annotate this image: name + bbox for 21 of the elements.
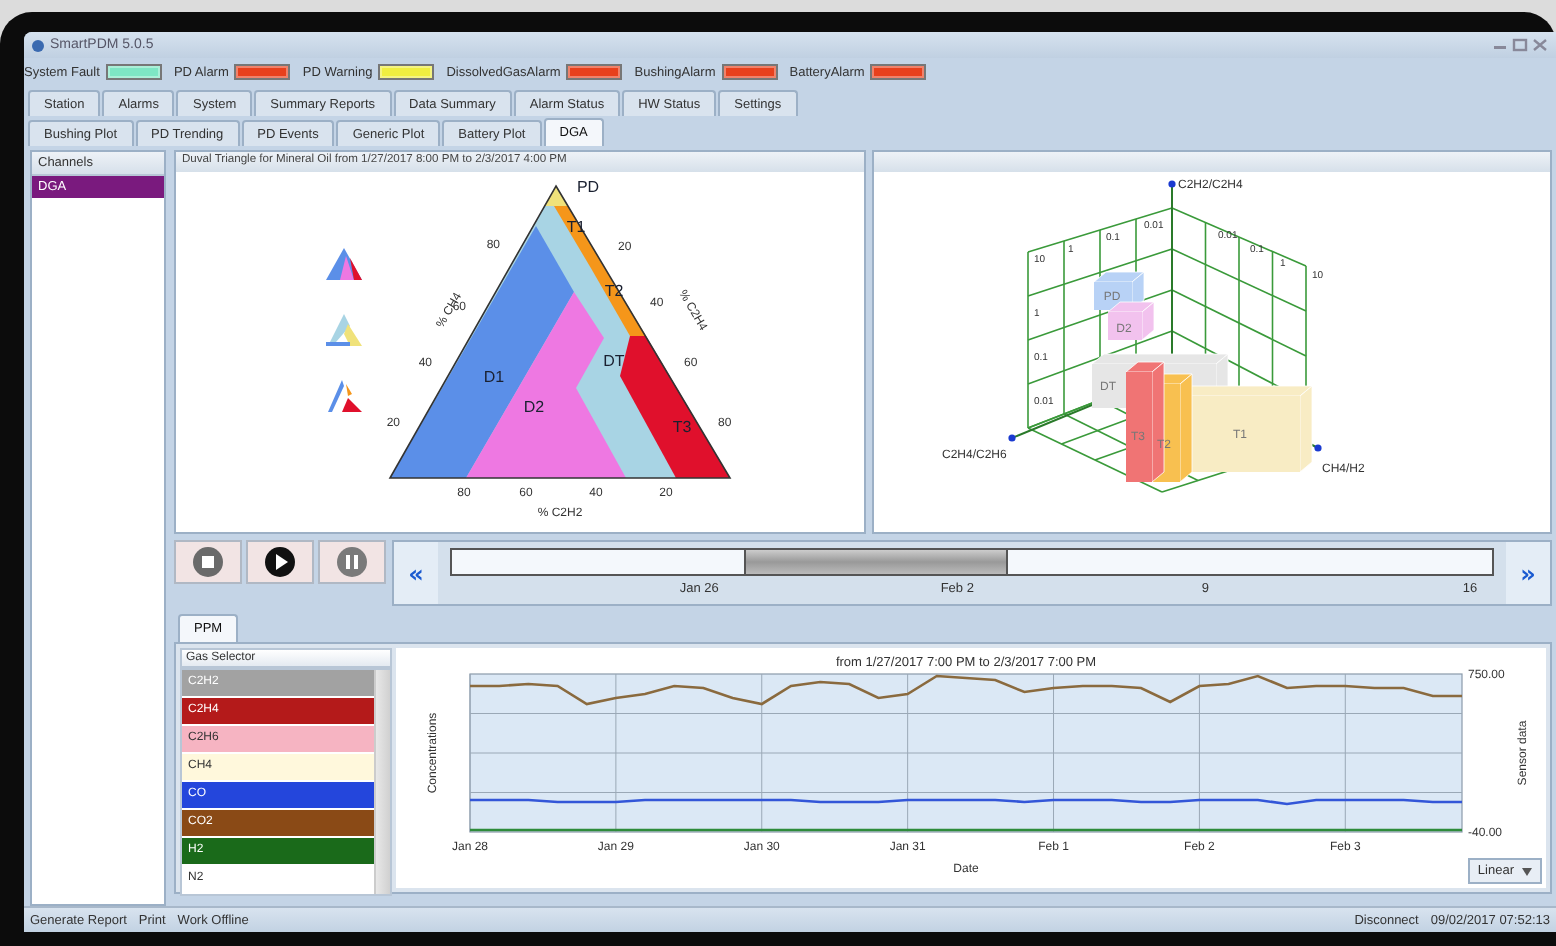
zone-label: T3 xyxy=(672,418,692,436)
stop-icon xyxy=(192,546,224,578)
zone-label: PD xyxy=(576,178,600,196)
app-icon xyxy=(32,39,44,51)
pause-button[interactable] xyxy=(318,540,386,584)
zone-label: D1 xyxy=(483,368,505,386)
previous-button[interactable]: « xyxy=(394,542,438,604)
zone-label: D2 xyxy=(523,398,545,416)
triangle-icon xyxy=(326,314,362,346)
triangle-icon xyxy=(328,380,362,412)
close-icon[interactable] xyxy=(1532,38,1548,52)
play-icon xyxy=(264,546,296,578)
maximize-icon[interactable] xyxy=(1512,38,1528,52)
timeline-thumb[interactable] xyxy=(743,548,1008,576)
zone-label: DT xyxy=(603,352,625,370)
caret-icon xyxy=(1522,867,1532,875)
pause-icon xyxy=(336,546,368,578)
next-button[interactable]: » xyxy=(1506,542,1550,604)
play-button[interactable] xyxy=(246,540,314,584)
stop-button[interactable] xyxy=(174,540,242,584)
triangle-icon xyxy=(326,248,362,280)
